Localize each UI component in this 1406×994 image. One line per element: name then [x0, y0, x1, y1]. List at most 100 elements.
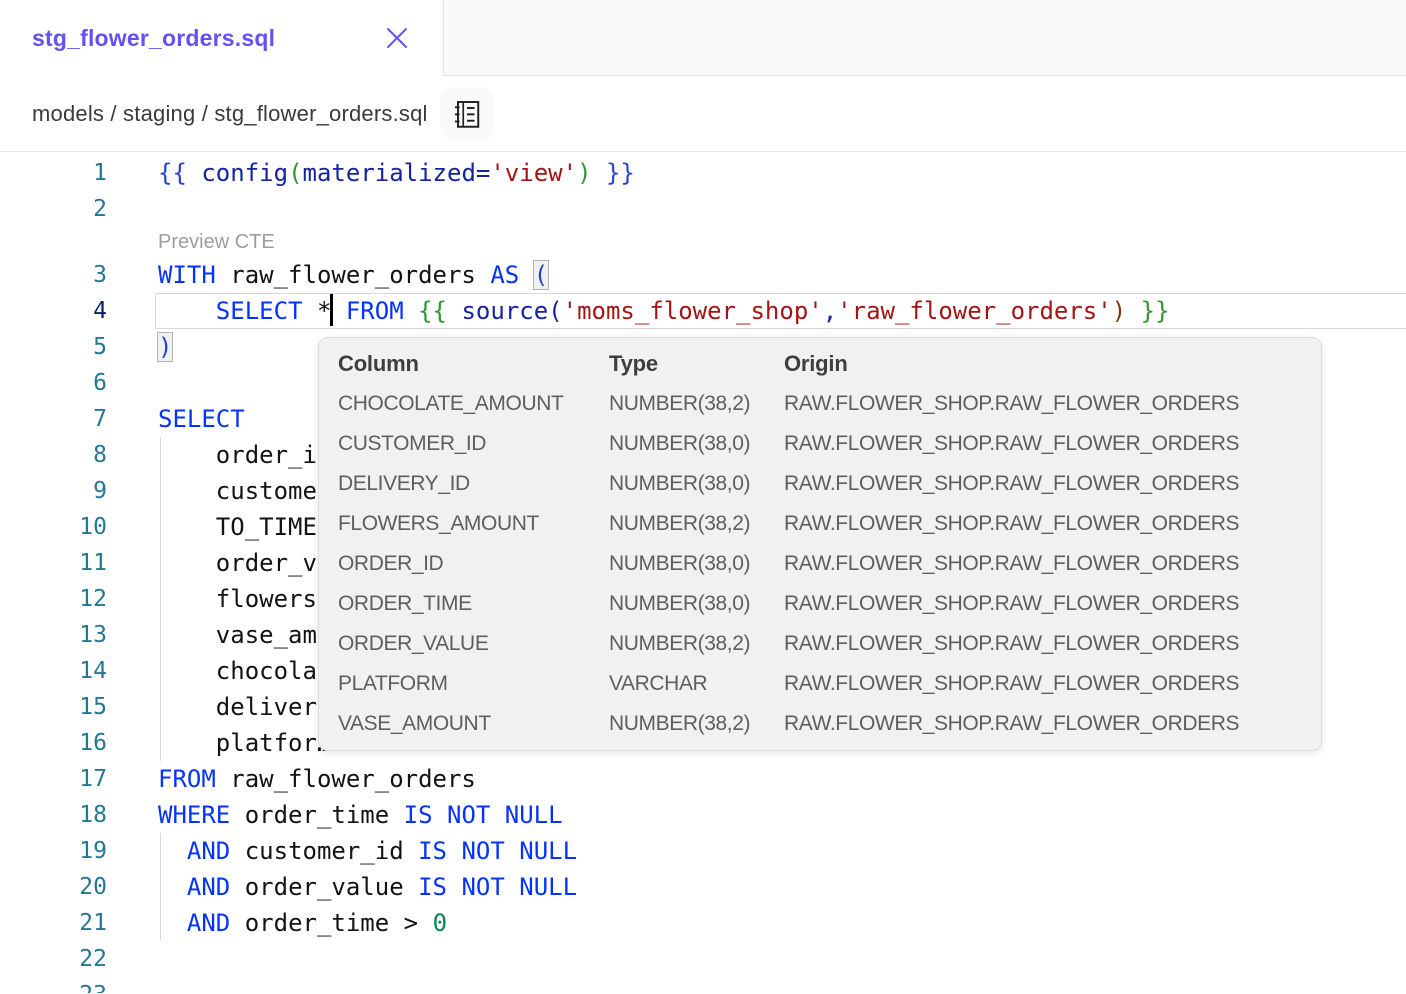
table-cell: RAW.FLOWER_SHOP.RAW_FLOWER_ORDERS: [784, 392, 1321, 416]
code-token: flowers: [158, 585, 317, 613]
code-token: order_value: [230, 873, 418, 901]
code-token: IS NOT NULL: [418, 837, 577, 865]
code-token: 'moms_flower_shop': [563, 297, 823, 325]
table-row: ORDER_IDNUMBER(38,0)RAW.FLOWER_SHOP.RAW_…: [338, 544, 1321, 584]
line-number: 3: [0, 257, 107, 293]
table-row: CHOCOLATE_AMOUNTNUMBER(38,2)RAW.FLOWER_S…: [338, 384, 1321, 424]
line-number: 5: [0, 329, 107, 365]
code-token: FROM: [158, 765, 216, 793]
code-token: [187, 159, 201, 187]
table-cell: ORDER_VALUE: [338, 632, 609, 656]
line-number: 8: [0, 437, 107, 473]
line-number: 15: [0, 689, 107, 725]
code-token: (: [548, 297, 562, 325]
code-token: AND: [187, 837, 230, 865]
code-text: AND order_time > 0: [158, 905, 447, 941]
code-editor[interactable]: 1{{ config(materialized='view') }}2Previ…: [0, 152, 1406, 993]
code-text: {{ config(materialized='view') }}: [158, 155, 635, 191]
code-token: [1126, 297, 1140, 325]
table-row: ORDER_VALUENUMBER(38,2)RAW.FLOWER_SHOP.R…: [338, 624, 1321, 664]
line-number: 17: [0, 761, 107, 797]
code-token: config: [201, 159, 288, 187]
line-number: 9: [0, 473, 107, 509]
code-line[interactable]: 2: [0, 191, 1406, 227]
line-number: 23: [0, 977, 107, 993]
line-number: 14: [0, 653, 107, 689]
line-number: 16: [0, 725, 107, 761]
table-cell: VARCHAR: [609, 672, 784, 696]
line-number: 20: [0, 869, 107, 905]
code-token: WITH: [158, 261, 216, 289]
code-text: vase_am: [158, 617, 317, 653]
tab-stg-flower-orders[interactable]: stg_flower_orders.sql: [0, 0, 443, 76]
code-line[interactable]: 3WITH raw_flower_orders AS (: [0, 257, 1406, 293]
line-number: 11: [0, 545, 107, 581]
notebook-icon-button[interactable]: [440, 87, 494, 141]
indent-guide: [160, 437, 161, 761]
code-token: SELECT: [216, 297, 303, 325]
code-token: custome: [158, 477, 317, 505]
code-token: [519, 261, 533, 289]
code-line[interactable]: 21 AND order_time > 0: [0, 905, 1406, 941]
code-token: [158, 297, 216, 325]
code-token: }}: [606, 159, 635, 187]
code-token: source: [461, 297, 548, 325]
table-header-cell: Origin: [784, 351, 1321, 377]
code-line[interactable]: 1 {{ config(materialized='view') }}: [0, 155, 1406, 191]
close-icon[interactable]: [384, 25, 410, 51]
line-number: 4: [0, 293, 107, 329]
code-text: order_i: [158, 437, 317, 473]
table-cell: NUMBER(38,0): [609, 472, 784, 496]
code-token: customer_id: [230, 837, 418, 865]
table-cell: RAW.FLOWER_SHOP.RAW_FLOWER_ORDERS: [784, 472, 1321, 496]
code-token: {{: [418, 297, 447, 325]
code-token: (: [534, 261, 548, 289]
code-text: custome: [158, 473, 317, 509]
code-token: 'view': [490, 159, 577, 187]
code-token: [158, 909, 187, 937]
line-number: 10: [0, 509, 107, 545]
code-line[interactable]: 17 FROM raw_flower_orders: [0, 761, 1406, 797]
code-token: WHERE: [158, 801, 230, 829]
code-token: raw_flower_orders: [216, 765, 476, 793]
tab-title: stg_flower_orders.sql: [32, 25, 275, 52]
code-token: AND: [187, 909, 230, 937]
code-token: materialized=: [303, 159, 491, 187]
table-cell: NUMBER(38,2): [609, 712, 784, 736]
code-token: [404, 297, 418, 325]
code-token: SELECT: [158, 405, 245, 433]
code-token: 0: [433, 909, 447, 937]
table-cell: PLATFORM: [338, 672, 609, 696]
code-token: >: [404, 909, 433, 937]
line-number: 1: [0, 155, 107, 191]
code-line[interactable]: 23: [0, 977, 1406, 993]
line-number: 18: [0, 797, 107, 833]
code-token: order_time: [230, 801, 403, 829]
code-token: ): [577, 159, 591, 187]
code-token: 'raw_flower_orders': [837, 297, 1112, 325]
line-number: 7: [0, 401, 107, 437]
code-line[interactable]: 20 AND order_value IS NOT NULL: [0, 869, 1406, 905]
code-line[interactable]: 18WHERE order_time IS NOT NULL: [0, 797, 1406, 833]
code-token: IS NOT NULL: [418, 873, 577, 901]
table-row: ORDER_TIMENUMBER(38,0)RAW.FLOWER_SHOP.RA…: [338, 584, 1321, 624]
table-row: PLATFORMVARCHARRAW.FLOWER_SHOP.RAW_FLOWE…: [338, 664, 1321, 704]
code-token: order_v: [158, 549, 317, 577]
code-token: chocola: [158, 657, 317, 685]
code-token: deliver: [158, 693, 317, 721]
code-text: FROM raw_flower_orders: [158, 761, 476, 797]
code-token: ,: [823, 297, 837, 325]
codelens-preview-cte[interactable]: Preview CTE: [0, 227, 1406, 257]
table-header-cell: Type: [609, 351, 784, 377]
line-number: 22: [0, 941, 107, 977]
code-text: AND order_value IS NOT NULL: [158, 869, 577, 905]
code-line[interactable]: 4 SELECT * FROM {{ source('moms_flower_s…: [0, 293, 1406, 329]
code-line[interactable]: 22: [0, 941, 1406, 977]
code-text: TO_TIME: [158, 509, 317, 545]
code-line[interactable]: 19 AND customer_id IS NOT NULL: [0, 833, 1406, 869]
code-token: [331, 297, 345, 325]
code-text: chocola: [158, 653, 317, 689]
table-cell: NUMBER(38,2): [609, 512, 784, 536]
code-text: platfor…: [158, 725, 331, 761]
table-cell: CUSTOMER_ID: [338, 432, 609, 456]
